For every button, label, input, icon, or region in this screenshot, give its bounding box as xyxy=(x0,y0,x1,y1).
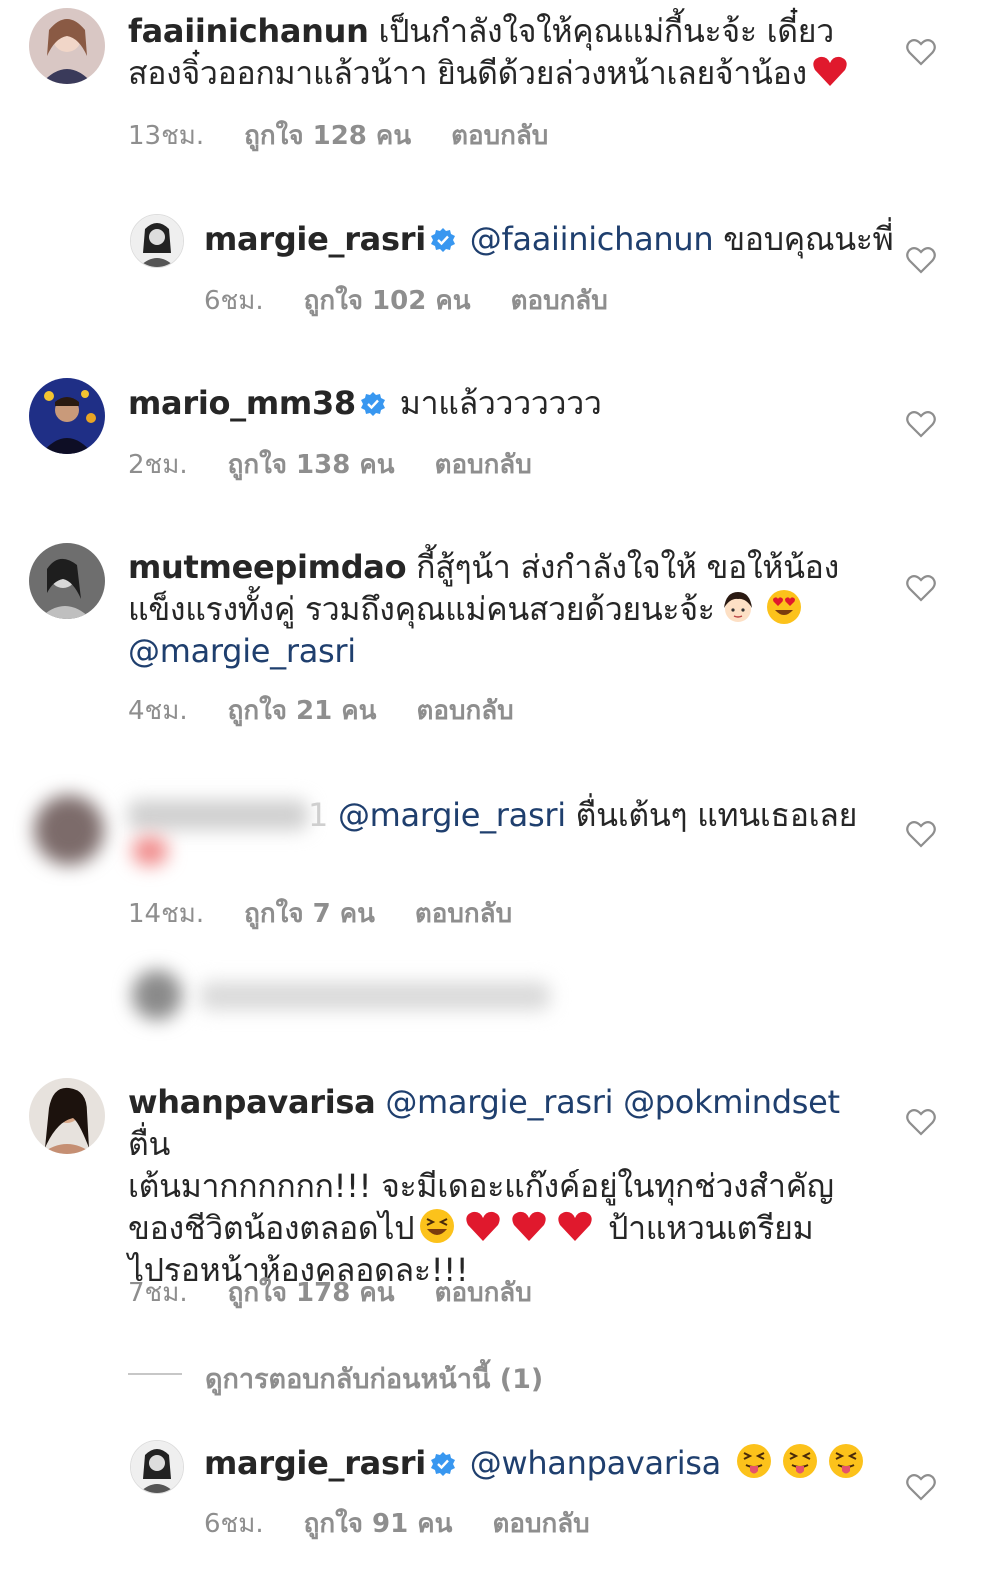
mention-link[interactable]: @margie_rasri xyxy=(338,796,566,834)
like-heart-icon[interactable] xyxy=(906,574,936,602)
comment-time: 4ชม. xyxy=(128,696,188,726)
replies-divider xyxy=(128,1373,182,1375)
red-heart-emoji xyxy=(556,1207,594,1245)
avatar[interactable] xyxy=(29,8,105,84)
comment-text: ป้าแหวนเตรียม xyxy=(608,1209,814,1247)
likes-count[interactable]: ถูกใจ 21 คน xyxy=(228,690,377,731)
laughing-emoji xyxy=(418,1207,456,1245)
username[interactable]: whanpavarisa xyxy=(128,1083,376,1121)
mention-link[interactable]: @whanpavarisa xyxy=(470,1444,722,1482)
girl-emoji xyxy=(719,588,757,626)
comment-text: เต้นมากกกกกก!!! จะมีเดอะแก๊งค์อยู่ในทุกช… xyxy=(128,1167,834,1205)
likes-count[interactable]: ถูกใจ 138 คน xyxy=(228,444,395,485)
like-heart-icon[interactable] xyxy=(906,410,936,438)
verified-badge-icon xyxy=(360,391,386,417)
avatar[interactable] xyxy=(29,378,105,454)
blurred-emoji xyxy=(132,836,168,866)
blurred-reply-text xyxy=(200,982,550,1010)
like-heart-icon[interactable] xyxy=(906,246,936,274)
blurred-username xyxy=(128,800,308,830)
username[interactable]: mutmeepimdao xyxy=(128,548,407,586)
comment-time: 6ชม. xyxy=(204,1509,264,1539)
comment-text: ของชีวิตน้องตลอดไป xyxy=(128,1209,415,1247)
tongue-squint-emoji xyxy=(827,1442,865,1480)
reply-button[interactable]: ตอบกลับ xyxy=(492,1503,589,1544)
avatar[interactable] xyxy=(130,1440,184,1494)
username[interactable]: margie_rasri xyxy=(204,1444,426,1482)
comment-time: 2ชม. xyxy=(128,450,188,480)
comment-text: ตื่นเต้นๆ แทนเธอเลย xyxy=(575,796,858,834)
reply-button[interactable]: ตอบกลับ xyxy=(416,690,513,731)
reply-button[interactable]: ตอบกลับ xyxy=(435,1272,532,1313)
avatar[interactable] xyxy=(29,543,105,619)
comment-text: มาแล้ววววววว xyxy=(399,384,602,422)
comment-time: 13ชม. xyxy=(128,121,205,151)
tongue-squint-emoji xyxy=(781,1442,819,1480)
comment-time: 6ชม. xyxy=(204,286,264,316)
avatar[interactable] xyxy=(130,214,184,268)
username[interactable]: faaiinichanun xyxy=(128,12,369,50)
likes-count[interactable]: ถูกใจ 7 คน xyxy=(244,893,375,934)
heart-eyes-emoji xyxy=(765,588,803,626)
red-heart-emoji xyxy=(510,1207,548,1245)
username-suffix: 1 xyxy=(308,796,329,834)
username[interactable]: margie_rasri xyxy=(204,220,426,258)
comment-text: ขอบคุณนะพี่ xyxy=(723,220,894,258)
reply-button[interactable]: ตอบกลับ xyxy=(451,115,548,156)
mention-link[interactable]: @margie_rasri xyxy=(128,632,356,670)
like-heart-icon[interactable] xyxy=(906,38,936,66)
comment-time: 14ชม. xyxy=(128,899,205,929)
comment-text: เป็นกำลังใจให้คุณแม่กี้นะจ้ะ เดี๋ยว xyxy=(378,12,834,50)
verified-badge-icon xyxy=(430,227,456,253)
verified-badge-icon xyxy=(430,1451,456,1477)
view-previous-replies-button[interactable]: ดูการตอบกลับก่อนหน้านี้ (1) xyxy=(205,1357,543,1400)
comment-time: 7ชม. xyxy=(128,1278,188,1308)
likes-count[interactable]: ถูกใจ 102 คน xyxy=(304,280,471,321)
username[interactable]: mario_mm38 xyxy=(128,384,356,422)
comment-text: สองจิ๋วออกมาแล้วน้าา ยินดีด้วยล่วงหน้าเล… xyxy=(128,54,807,92)
reply-button[interactable]: ตอบกลับ xyxy=(511,280,608,321)
blurred-reply-avatar xyxy=(132,970,182,1020)
reply-button[interactable]: ตอบกลับ xyxy=(435,444,532,485)
mention-link[interactable]: @faaiinichanun xyxy=(470,220,714,258)
like-heart-icon[interactable] xyxy=(906,1473,936,1501)
red-heart-emoji xyxy=(464,1207,502,1245)
avatar[interactable] xyxy=(29,1078,105,1154)
comment-text: ตื่น xyxy=(128,1125,171,1163)
mention-link[interactable]: @pokmindset xyxy=(623,1083,840,1121)
red-heart-emoji xyxy=(811,52,849,90)
mention-link[interactable]: @margie_rasri xyxy=(385,1083,613,1121)
likes-count[interactable]: ถูกใจ 91 คน xyxy=(304,1503,453,1544)
comment-text: กี้สู้ๆน้า ส่งกำลังใจให้ ขอให้น้อง xyxy=(416,548,839,586)
like-heart-icon[interactable] xyxy=(906,820,936,848)
reply-button[interactable]: ตอบกลับ xyxy=(415,893,512,934)
avatar[interactable] xyxy=(34,795,104,865)
comment-text: แข็งแรงทั้งคู่ รวมถึงคุณแม่คนสวยด้วยนะจ้… xyxy=(128,590,715,628)
like-heart-icon[interactable] xyxy=(906,1108,936,1136)
tongue-squint-emoji xyxy=(735,1442,773,1480)
likes-count[interactable]: ถูกใจ 178 คน xyxy=(228,1272,395,1313)
likes-count[interactable]: ถูกใจ 128 คน xyxy=(244,115,411,156)
